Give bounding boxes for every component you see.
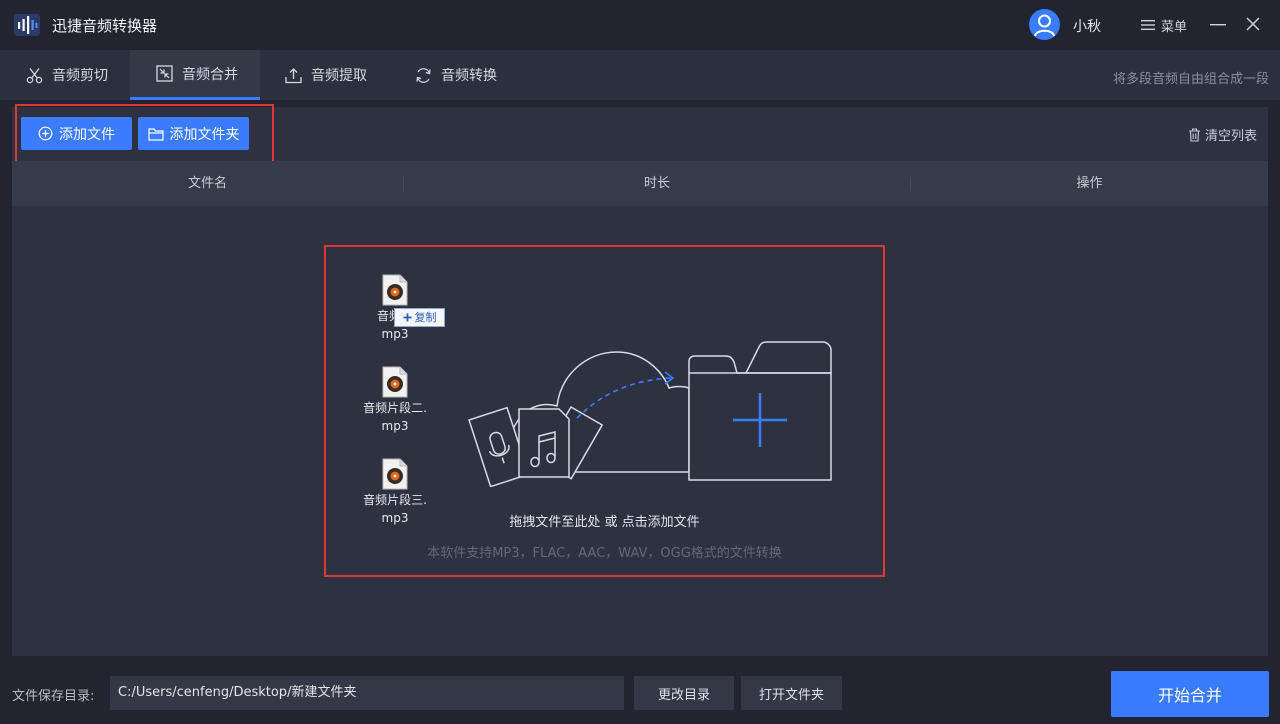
plus-icon [403,313,411,322]
copy-drag-tooltip: 复制 [394,308,445,327]
toolbar-highlight-box [15,104,274,167]
column-header-actions: 操作 [1076,176,1103,191]
convert-icon [416,67,431,83]
waveform-logo-icon [14,14,40,36]
start-merge-button[interactable]: 开始合并 [1111,671,1269,717]
drop-zone-title: 拖拽文件至此处 或 点击添加文件 [509,515,700,530]
user-avatar-icon[interactable] [1029,9,1060,40]
clear-list-label: 清空列表 [1204,129,1257,144]
drop-zone[interactable]: 音频片 mp3 复制 音频片段二. mp3 [324,245,885,577]
tab-bar: 音频剪切 音频合并 音频提取 音频转换 将多段音频自由组合成一段 [0,50,1280,100]
file-name-line: 音频片段二. [363,401,427,415]
extract-icon [285,67,302,83]
tab-hint: 将多段音频自由组合成一段 [1112,72,1269,87]
column-header-duration: 时长 [643,176,670,191]
table-header: 文件名 时长 操作 [12,161,1268,206]
tab-audio-convert[interactable]: 音频转换 [390,50,520,100]
dragged-file-item: 音频片 mp3 复制 [360,274,445,343]
minimize-icon[interactable] [1207,13,1229,35]
file-ext-line: mp3 [381,419,409,433]
tab-label: 音频转换 [441,68,497,84]
clear-list-button[interactable]: 清空列表 [1188,125,1257,144]
save-dir-label: 文件保存目录: [12,689,95,704]
open-folder-button[interactable]: 打开文件夹 [741,676,842,710]
dragged-file-item: 音频片段二. mp3 [360,366,430,435]
tab-audio-cut[interactable]: 音频剪切 [0,50,130,100]
audio-file-icon [382,366,408,398]
tab-label: 音频提取 [311,68,367,84]
merge-panel: 添加文件 添加文件夹 清空列表 文件名 时长 操作 mp3 复制 音频片段二. … [12,104,1268,656]
change-dir-button[interactable]: 更改目录 [634,676,734,710]
cloud-upload-illustration [468,341,832,487]
file-name-line: 音频片段三. [363,493,427,507]
tab-label: 音频合并 [182,66,238,83]
merge-icon [156,65,173,82]
tab-audio-merge[interactable]: 音频合并 [130,50,260,100]
audio-file-icon [382,274,408,306]
menu-button[interactable]: 菜单 [1141,15,1187,35]
title-bar: 迅捷音频转换器 小秋 菜单 [0,0,1280,50]
tab-audio-extract[interactable]: 音频提取 [260,50,390,100]
close-icon[interactable] [1242,13,1264,35]
trash-icon [1188,127,1200,142]
scissors-icon [26,67,43,83]
file-ext-line: mp3 [381,327,409,341]
drop-zone-subtitle: 本软件支持MP3，FLAC，AAC，WAV，OGG格式的文件转换 [427,546,782,561]
copy-label: 复制 [414,310,437,324]
bottom-bar: 文件保存目录: C:/Users/cenfeng/Desktop/新建文件夹 更… [0,662,1280,724]
column-header-filename: 文件名 [187,176,227,191]
user-name[interactable]: 小秋 [1073,16,1101,36]
hamburger-icon [1141,20,1155,30]
app-title: 迅捷音频转换器 [52,17,158,35]
save-path-field[interactable]: C:/Users/cenfeng/Desktop/新建文件夹 [110,676,624,710]
tab-label: 音频剪切 [52,68,108,84]
menu-label: 菜单 [1161,19,1188,35]
audio-file-icon [382,458,408,490]
